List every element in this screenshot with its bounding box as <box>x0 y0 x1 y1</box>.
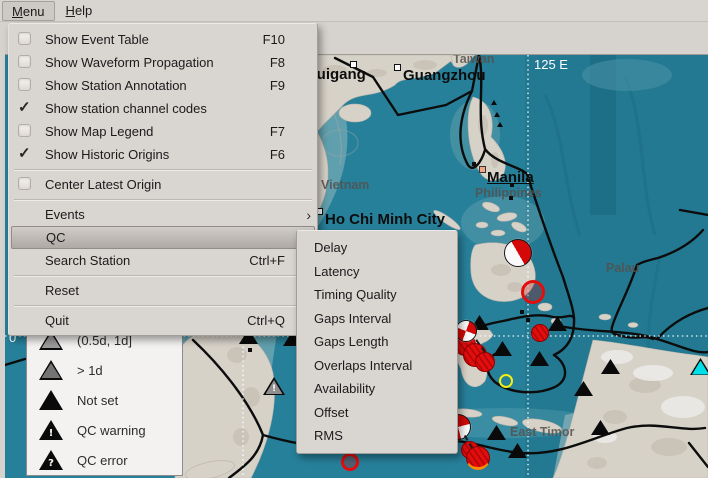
menu-item-show-station-annotation[interactable]: Show Station Annotation F9 <box>9 74 317 97</box>
window-edge <box>0 22 5 478</box>
menu-popup: Show Event Table F10 Show Waveform Propa… <box>8 23 318 336</box>
city-marker-guigang[interactable] <box>350 61 357 68</box>
checkmark-icon: ✓ <box>18 147 33 162</box>
menu-item-quit[interactable]: Quit Ctrl+Q <box>9 309 317 332</box>
menu-item-qc[interactable]: QC › <box>11 226 315 249</box>
station-triangle-cyan[interactable] <box>690 358 708 375</box>
station-square[interactable] <box>526 318 530 322</box>
submenu-item-gaps-length[interactable]: Gaps Length <box>297 330 457 354</box>
checkbox-unchecked-icon <box>18 124 33 139</box>
submenu-item-availability[interactable]: Availability <box>297 377 457 401</box>
menu-bar: Menu Help <box>0 0 708 22</box>
submenu-item-delay[interactable]: Delay <box>297 236 457 260</box>
legend-triangle-black-icon <box>39 390 63 410</box>
legend-row: ! QC warning <box>27 415 182 445</box>
qc-submenu: Delay Latency Timing Quality Gaps Interv… <box>296 230 458 454</box>
checkmark-icon: ✓ <box>18 101 33 116</box>
application-window: 125 E 0 Guigang Guangzhou Taiwan Bangkok… <box>0 0 708 478</box>
station-triangle[interactable] <box>530 351 549 366</box>
menu-item-show-map-legend[interactable]: Show Map Legend F7 <box>9 120 317 143</box>
legend-triangle-warning-icon: ! <box>39 420 63 440</box>
menubar-menu[interactable]: Menu <box>2 1 55 21</box>
event-circle[interactable] <box>341 453 359 471</box>
station-triangle[interactable] <box>548 316 567 331</box>
menu-item-reset[interactable]: Reset <box>9 279 317 302</box>
station-triangle-warning[interactable]: ! <box>263 377 285 395</box>
checkbox-unchecked-icon <box>18 55 33 70</box>
station-square[interactable] <box>520 310 524 314</box>
menu-separator <box>10 302 316 309</box>
city-marker-manila[interactable] <box>479 166 486 173</box>
legend-triangle-error-icon: ? <box>39 450 63 470</box>
station-square[interactable] <box>248 348 252 352</box>
station-square[interactable] <box>472 162 476 166</box>
menu-separator <box>10 272 316 279</box>
checkbox-unchecked-icon <box>18 32 33 47</box>
station-triangle[interactable] <box>601 359 620 374</box>
checkbox-unchecked-icon <box>18 78 33 93</box>
station-triangle[interactable] <box>487 425 506 440</box>
menu-separator <box>10 196 316 203</box>
menu-item-events[interactable]: Events › <box>9 203 317 226</box>
submenu-arrow-icon: › <box>301 207 311 223</box>
submenu-item-latency[interactable]: Latency <box>297 260 457 284</box>
menubar-help[interactable]: Help <box>57 1 102 21</box>
event-circle[interactable] <box>531 324 549 342</box>
menu-item-center-latest-origin[interactable]: Center Latest Origin <box>9 173 317 196</box>
menu-item-search-station[interactable]: Search Station Ctrl+F <box>9 249 317 272</box>
menu-item-show-historic-origins[interactable]: ✓ Show Historic Origins F6 <box>9 143 317 166</box>
event-circle-yellow[interactable] <box>499 374 513 388</box>
legend-row: > 1d <box>27 355 182 385</box>
menu-separator <box>10 166 316 173</box>
station-triangle[interactable] <box>508 443 527 458</box>
menu-item-show-event-table[interactable]: Show Event Table F10 <box>9 28 317 51</box>
event-circle[interactable] <box>466 446 490 470</box>
focal-mechanism[interactable] <box>455 320 477 342</box>
legend-row: Not set <box>27 385 182 415</box>
station-square[interactable] <box>509 196 513 200</box>
legend-row: ? QC error <box>27 445 182 475</box>
station-triangle[interactable] <box>591 420 610 435</box>
station-triangle[interactable] <box>493 341 512 356</box>
submenu-item-timing-quality[interactable]: Timing Quality <box>297 283 457 307</box>
station-triangle[interactable] <box>574 381 593 396</box>
checkbox-unchecked-icon <box>18 177 33 192</box>
submenu-item-rms[interactable]: RMS <box>297 424 457 448</box>
legend-triangle-darkgray-icon <box>39 360 63 380</box>
submenu-item-gaps-interval[interactable]: Gaps Interval <box>297 307 457 331</box>
station-square[interactable] <box>510 183 514 187</box>
menu-item-show-waveform-propagation[interactable]: Show Waveform Propagation F8 <box>9 51 317 74</box>
submenu-item-overlaps-interval[interactable]: Overlaps Interval <box>297 354 457 378</box>
event-circle[interactable] <box>475 352 495 372</box>
menu-item-show-station-channel-codes[interactable]: ✓ Show station channel codes <box>9 97 317 120</box>
focal-mechanism[interactable] <box>504 239 532 267</box>
event-circle[interactable] <box>521 280 545 304</box>
submenu-item-offset[interactable]: Offset <box>297 401 457 425</box>
city-marker-guangzhou[interactable] <box>394 64 401 71</box>
